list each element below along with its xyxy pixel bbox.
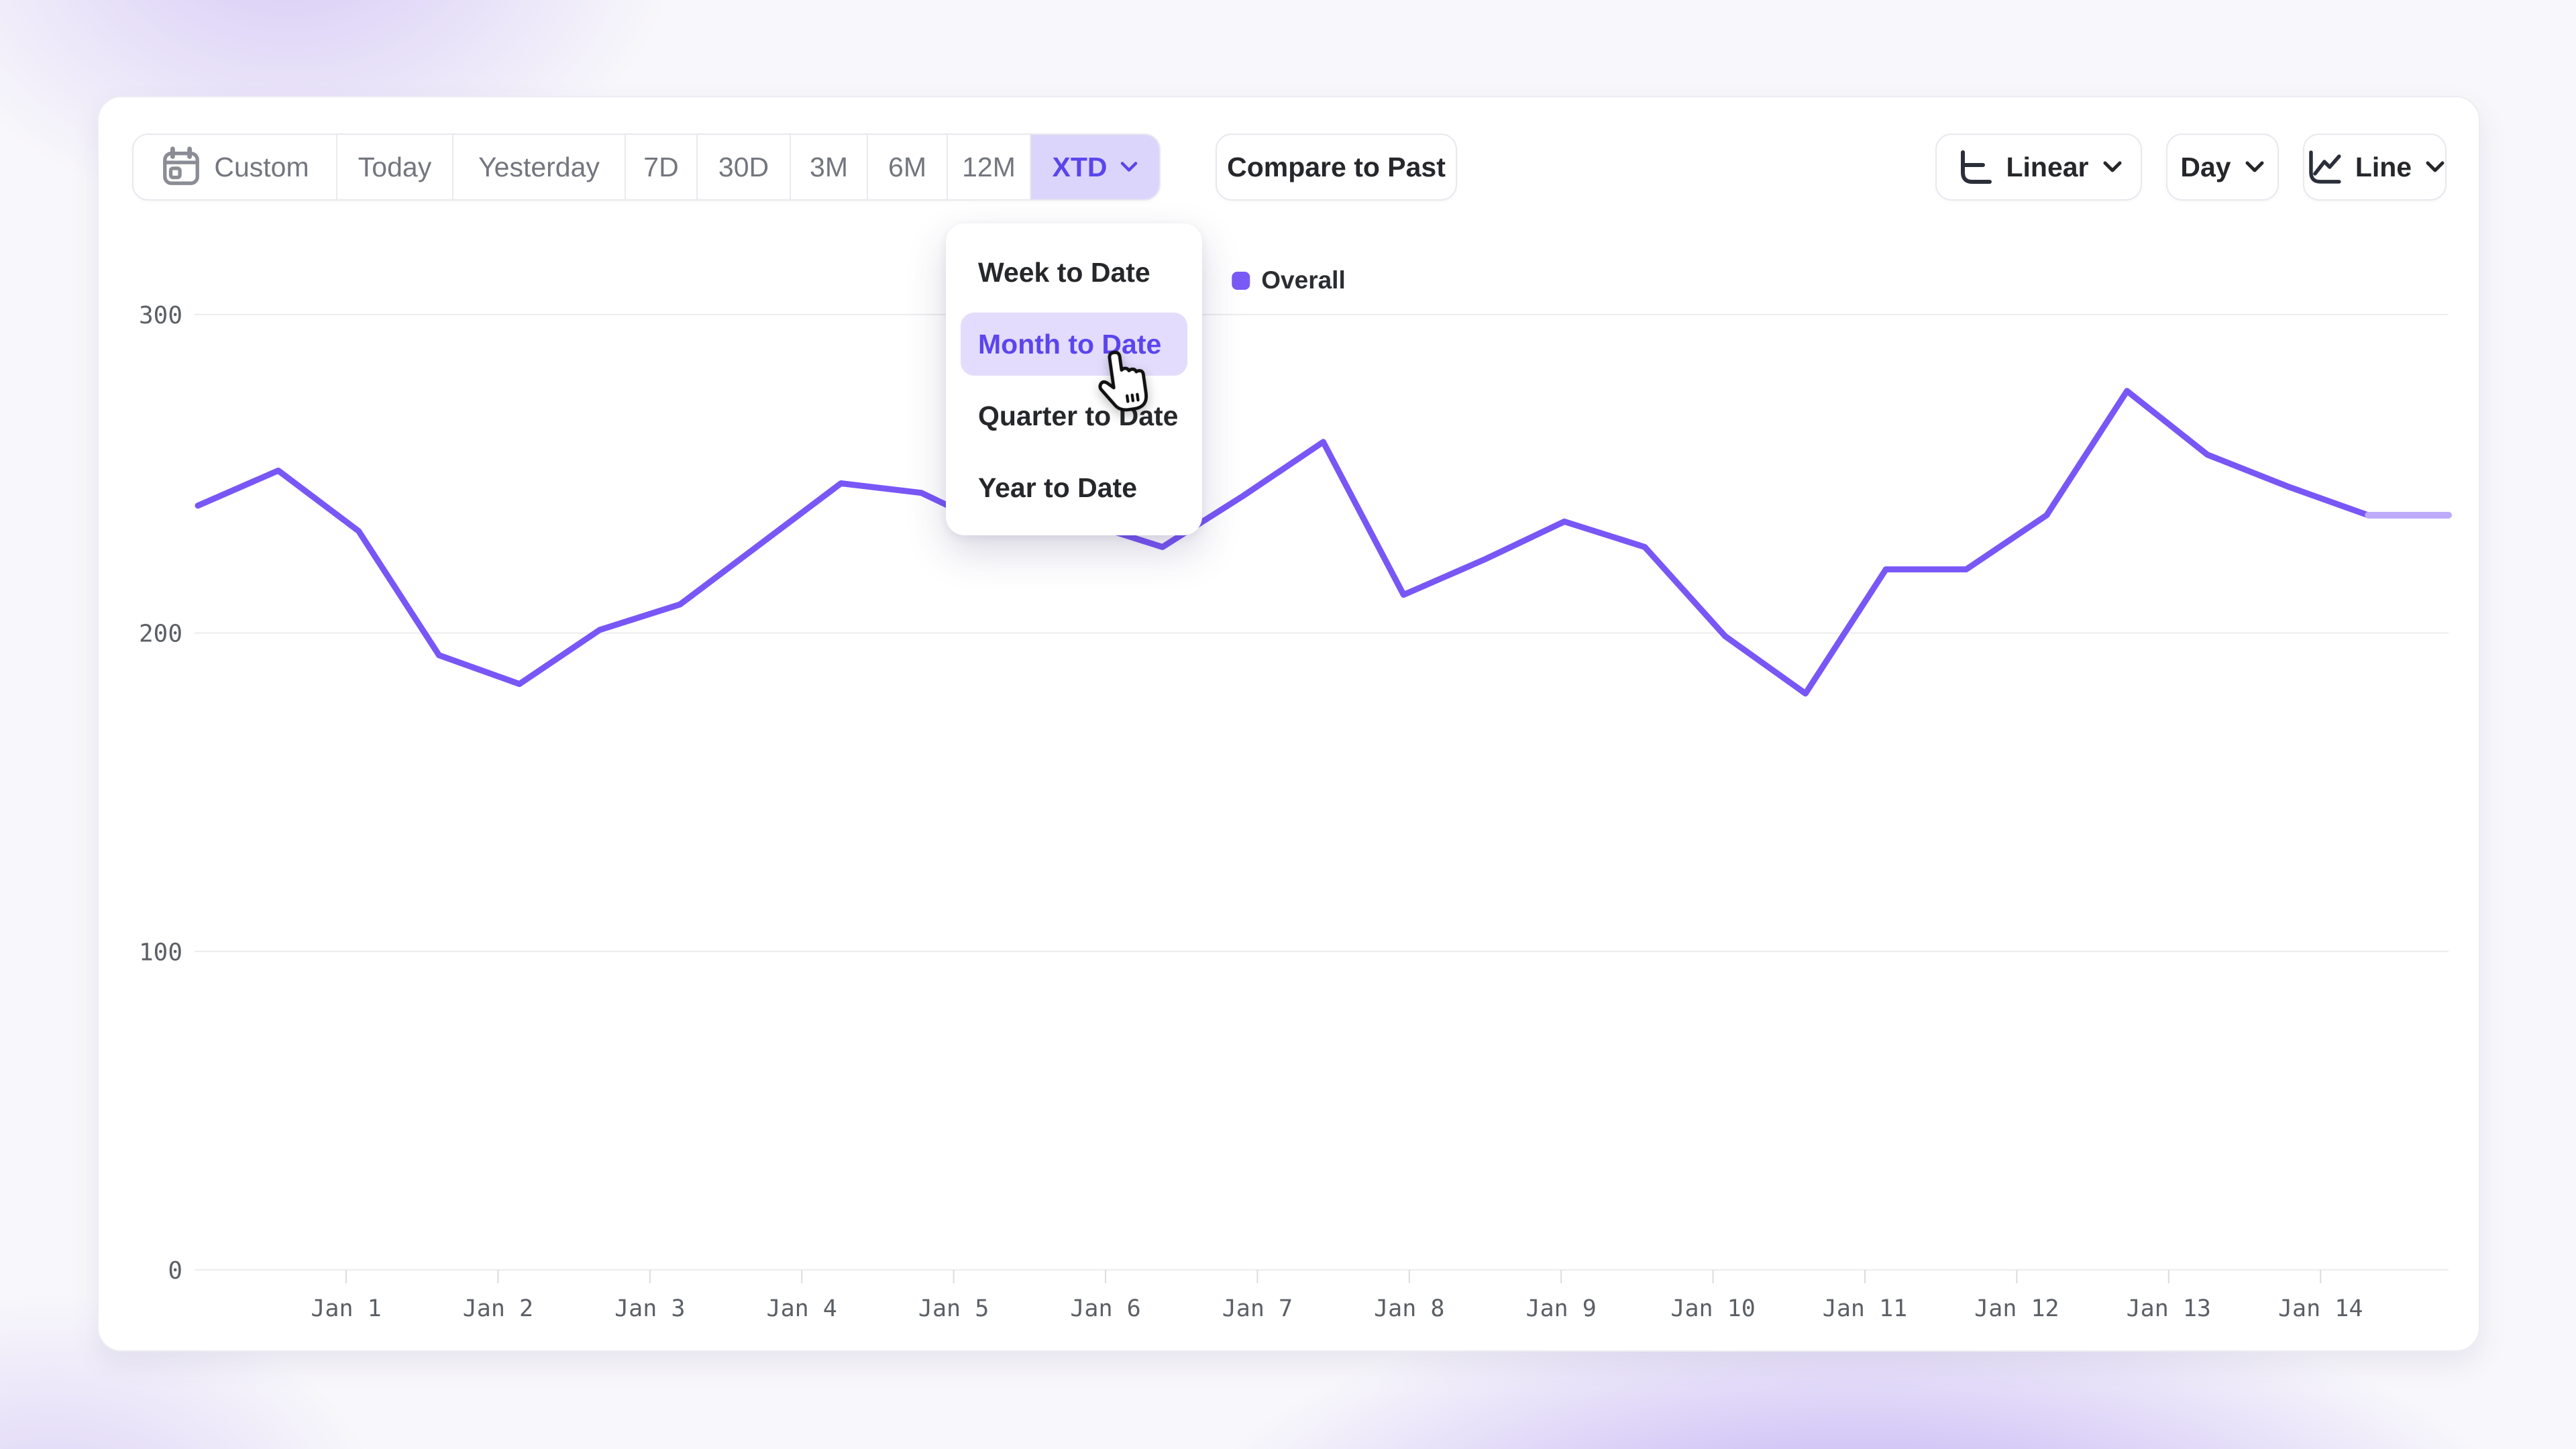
toolbar: Custom Today Yesterday 7D 30D 3M 6M 12M XTD Comp… (99, 133, 2479, 201)
scale-dropdown-label: Linear (2006, 152, 2088, 183)
menu-item-week-to-date[interactable]: Week to Date (946, 241, 1202, 304)
legend-label: Overall (1261, 266, 1345, 294)
compare-to-past-button[interactable]: Compare to Past (1216, 133, 1457, 201)
line-chart-icon (2304, 148, 2342, 186)
range-button-yesterday[interactable]: Yesterday (453, 135, 626, 199)
chart-legend: Overall (1232, 266, 1345, 294)
chevron-down-icon (1120, 160, 1138, 174)
menu-item-month-to-date[interactable]: Month to Date (961, 313, 1187, 376)
range-button-label: Yesterday (478, 152, 600, 183)
chart-type-dropdown-button[interactable]: Line (2303, 133, 2447, 201)
chart-type-dropdown-label: Line (2355, 152, 2412, 183)
range-button-30d[interactable]: 30D (698, 135, 791, 199)
granularity-dropdown-label: Day (2180, 152, 2231, 183)
menu-item-quarter-to-date[interactable]: Quarter to Date (946, 384, 1202, 447)
granularity-dropdown-button[interactable]: Day (2166, 133, 2279, 201)
menu-item-year-to-date[interactable]: Year to Date (946, 456, 1202, 519)
axis-linear-icon (1955, 148, 1992, 186)
range-button-xtd[interactable]: XTD (1031, 135, 1159, 199)
range-button-label: 6M (888, 152, 926, 183)
range-button-label: 3M (810, 152, 848, 183)
range-button-label: Custom (214, 152, 309, 183)
range-button-7d[interactable]: 7D (626, 135, 698, 199)
range-button-3m[interactable]: 3M (791, 135, 868, 199)
date-range-segmented-control: Custom Today Yesterday 7D 30D 3M 6M 12M XTD (132, 133, 1161, 201)
range-button-6m[interactable]: 6M (868, 135, 948, 199)
range-button-label: XTD (1053, 152, 1108, 183)
chevron-down-icon (2245, 160, 2265, 174)
range-button-12m[interactable]: 12M (948, 135, 1031, 199)
date-range-dropdown-menu: Week to Date Month to Date Quarter to Date… (946, 223, 1202, 535)
range-button-label: 7D (643, 152, 678, 183)
hand-pointer-cursor (1089, 344, 1156, 421)
scale-dropdown-button[interactable]: Linear (1935, 133, 2142, 201)
range-button-custom[interactable]: Custom (133, 135, 337, 199)
range-button-today[interactable]: Today (337, 135, 453, 199)
calendar-icon (160, 146, 202, 188)
chevron-down-icon (2425, 160, 2445, 174)
range-button-label: 12M (962, 152, 1016, 183)
chart-card: Custom Today Yesterday 7D 30D 3M 6M 12M XTD Comp… (97, 96, 2480, 1352)
range-button-label: 30D (718, 152, 769, 183)
legend-swatch (1232, 272, 1250, 290)
chevron-down-icon (2102, 160, 2123, 174)
range-button-label: Today (358, 152, 431, 183)
